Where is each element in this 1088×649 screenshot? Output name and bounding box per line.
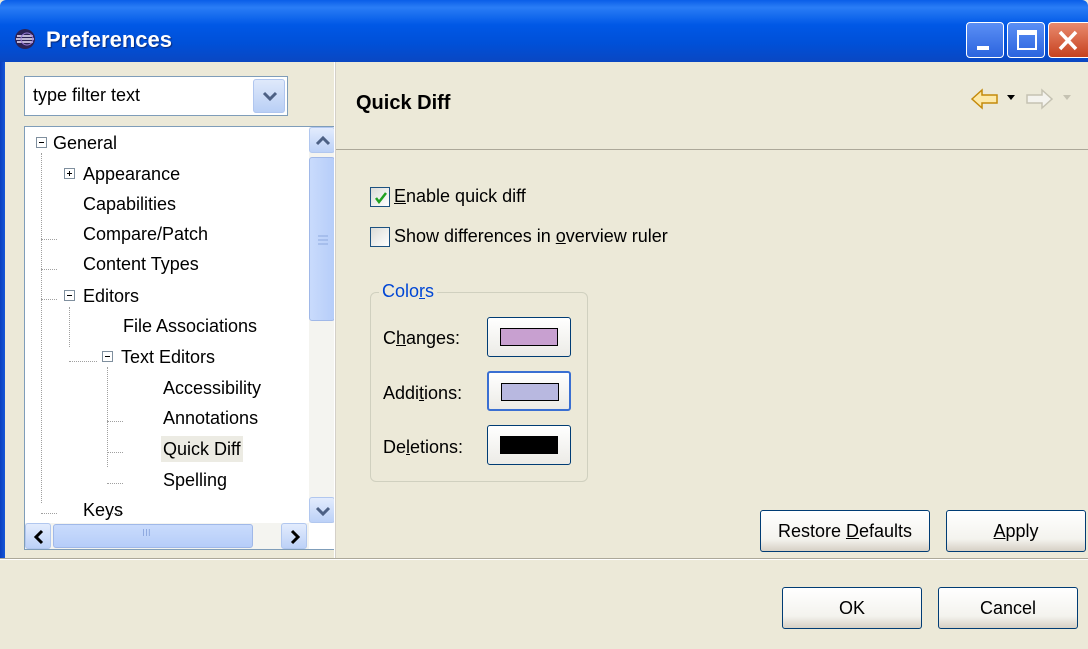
grip-icon xyxy=(318,235,328,245)
scroll-up-button[interactable] xyxy=(309,127,335,153)
cancel-button[interactable]: Cancel xyxy=(938,587,1078,629)
tree-line xyxy=(107,483,123,484)
changes-color-swatch xyxy=(500,328,558,346)
checkmark-icon xyxy=(375,191,387,204)
window-title: Preferences xyxy=(46,27,172,52)
tree-item-general[interactable]: General xyxy=(51,130,119,156)
tree-line xyxy=(69,361,97,362)
enable-quick-diff-checkbox[interactable] xyxy=(370,186,390,207)
preferences-tree[interactable]: General Appearance Capabilities Compare/… xyxy=(24,126,336,550)
ok-button[interactable]: OK xyxy=(782,587,922,629)
close-icon xyxy=(1058,30,1078,51)
show-differences-checkbox[interactable] xyxy=(370,226,390,247)
page-title: Quick Diff xyxy=(356,92,451,114)
additions-color-button[interactable] xyxy=(487,371,571,411)
show-differences-option[interactable]: Show differences in overview ruler xyxy=(370,226,668,247)
collapse-icon[interactable] xyxy=(36,137,47,148)
tree-item-appearance[interactable]: Appearance xyxy=(81,161,182,187)
tree-item-content-types[interactable]: Content Types xyxy=(81,251,201,277)
filter-combo[interactable] xyxy=(24,76,288,116)
tree-item-spelling[interactable]: Spelling xyxy=(161,467,229,493)
colors-group: Colors Changes: Additions: Deletions: xyxy=(370,281,588,482)
title-bar[interactable]: Preferences xyxy=(0,0,1088,62)
maximize-button[interactable] xyxy=(1007,22,1045,58)
collapse-icon[interactable] xyxy=(102,351,113,362)
maximize-icon xyxy=(1017,30,1037,50)
scroll-right-button[interactable] xyxy=(281,523,307,549)
tree-item-capabilities[interactable]: Capabilities xyxy=(81,191,178,217)
apply-button[interactable]: Apply xyxy=(946,510,1086,552)
tree-item-accessibility[interactable]: Accessibility xyxy=(161,375,263,401)
chevron-left-icon xyxy=(33,529,44,545)
colors-group-legend: Colors xyxy=(379,281,438,302)
restore-defaults-button[interactable]: Restore Defaults xyxy=(760,510,930,552)
chevron-down-icon xyxy=(315,506,331,517)
tree-line xyxy=(41,153,42,503)
back-dropdown-icon[interactable] xyxy=(1006,94,1016,102)
tree-line xyxy=(69,307,70,347)
preferences-navigation-panel: General Appearance Capabilities Compare/… xyxy=(10,62,336,558)
close-button[interactable] xyxy=(1048,22,1088,58)
tree-line xyxy=(107,452,123,453)
forward-arrow-icon xyxy=(1026,88,1054,110)
eclipse-app-icon xyxy=(15,29,35,49)
tree-item-keys[interactable]: Keys xyxy=(81,497,125,523)
additions-color-swatch xyxy=(501,383,559,401)
scroll-left-button[interactable] xyxy=(25,523,51,549)
scroll-down-button[interactable] xyxy=(309,497,335,523)
tree-line xyxy=(41,269,57,270)
chevron-right-icon xyxy=(290,529,301,545)
tree-horizontal-scrollbar[interactable]: III xyxy=(25,523,309,549)
deletions-label: Deletions: xyxy=(383,437,464,457)
back-arrow-icon[interactable] xyxy=(970,87,1000,111)
dialog-button-bar: OK Cancel xyxy=(0,558,1088,649)
tree-item-quick-diff[interactable]: Quick Diff xyxy=(161,436,243,462)
tree-item-file-associations[interactable]: File Associations xyxy=(121,313,259,339)
minimize-icon xyxy=(977,46,989,50)
chevron-down-icon xyxy=(262,91,278,102)
show-differences-label: Show differences in overview ruler xyxy=(394,226,668,246)
tree-item-annotations[interactable]: Annotations xyxy=(161,405,260,431)
tree-line xyxy=(41,513,57,514)
additions-label: Additions: xyxy=(383,383,463,403)
expand-icon[interactable] xyxy=(64,168,75,179)
vertical-scroll-thumb[interactable] xyxy=(309,157,335,321)
quick-diff-settings: Enable quick diff Show differences in ov… xyxy=(336,150,1088,558)
tree-line xyxy=(41,299,57,300)
tree-item-editors[interactable]: Editors xyxy=(81,283,141,309)
tree-item-text-editors[interactable]: Text Editors xyxy=(119,344,217,370)
minimize-button[interactable] xyxy=(966,22,1004,58)
filter-dropdown-button[interactable] xyxy=(253,79,285,113)
page-header: Quick Diff xyxy=(336,62,1088,150)
tree-item-compare-patch[interactable]: Compare/Patch xyxy=(81,221,210,247)
changes-color-button[interactable] xyxy=(487,317,571,357)
filter-input[interactable] xyxy=(33,85,233,106)
collapse-icon[interactable] xyxy=(64,290,75,301)
chevron-up-icon xyxy=(315,135,331,146)
enable-quick-diff-label: Enable quick diff xyxy=(394,186,526,206)
forward-dropdown-icon xyxy=(1063,95,1071,100)
tree-vertical-scrollbar[interactable] xyxy=(309,127,335,523)
tree-line xyxy=(107,421,123,422)
deletions-color-button[interactable] xyxy=(487,425,571,465)
deletions-color-swatch xyxy=(500,436,558,454)
changes-label: Changes: xyxy=(383,328,461,348)
horizontal-scroll-thumb[interactable]: III xyxy=(53,524,253,548)
grip-icon: III xyxy=(142,528,151,539)
tree-line xyxy=(41,239,57,240)
enable-quick-diff-option[interactable]: Enable quick diff xyxy=(370,186,526,207)
